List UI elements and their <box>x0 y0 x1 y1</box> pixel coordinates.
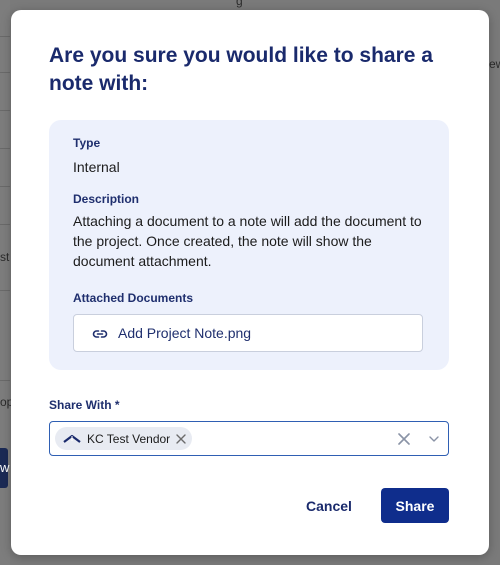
note-info-panel: Type Internal Description Attaching a do… <box>49 120 449 370</box>
share-note-dialog: Are you sure you would like to share a n… <box>11 10 489 555</box>
vendor-logo-icon <box>63 434 81 443</box>
type-label: Type <box>73 136 101 150</box>
background-text: st <box>0 250 10 264</box>
background-button: w <box>0 448 10 488</box>
share-with-label: Share With * <box>49 398 120 412</box>
share-button[interactable]: Share <box>381 488 449 523</box>
cancel-button[interactable]: Cancel <box>296 488 362 523</box>
background-button-label: w <box>0 460 10 475</box>
description-label: Description <box>73 192 140 206</box>
clear-selection-icon[interactable] <box>398 433 410 445</box>
background-divider <box>0 36 10 37</box>
background-divider <box>0 224 10 225</box>
background-divider <box>0 186 10 187</box>
link-icon <box>92 330 108 338</box>
dialog-title: Are you sure you would like to share a n… <box>49 44 433 95</box>
background-divider <box>0 72 10 73</box>
attachment-name[interactable]: Add Project Note.png <box>118 325 251 341</box>
background-divider <box>0 110 10 111</box>
attached-documents-label: Attached Documents <box>73 291 194 305</box>
attachment-item[interactable]: Add Project Note.png <box>73 314 423 352</box>
share-with-select[interactable]: KC Test Vendor <box>49 421 449 456</box>
chip-label: KC Test Vendor <box>87 431 171 446</box>
type-value: Internal <box>73 159 120 175</box>
background-divider <box>0 148 10 149</box>
selected-vendor-chip: KC Test Vendor <box>55 427 193 450</box>
background-text: ew <box>489 57 500 71</box>
background-divider <box>0 290 10 291</box>
chevron-down-icon[interactable] <box>429 434 439 444</box>
description-value: Attaching a document to a note will add … <box>73 213 422 269</box>
background-text: g <box>236 0 243 8</box>
remove-chip-icon[interactable] <box>176 433 186 444</box>
background-divider <box>0 380 10 381</box>
